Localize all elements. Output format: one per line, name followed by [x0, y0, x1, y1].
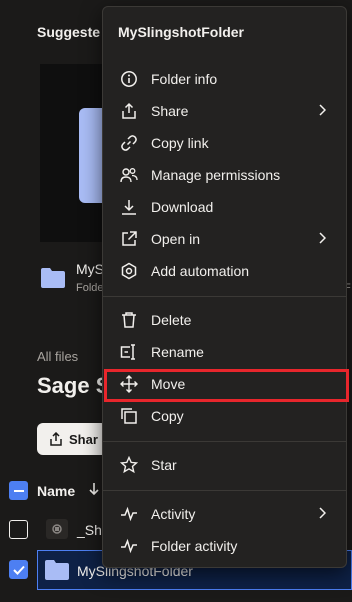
menu-item-manage-permissions[interactable]: Manage permissions: [103, 159, 346, 191]
trash-icon: [119, 310, 139, 330]
download-icon: [119, 197, 139, 217]
menu-item-label: Star: [151, 457, 177, 473]
chevron-right-icon: [318, 232, 326, 244]
open-in-icon: [119, 229, 139, 249]
activity-icon: [119, 504, 139, 524]
slingshot-app-icon: [46, 519, 68, 539]
copy-icon: [119, 406, 139, 426]
menu-item-label: Folder activity: [151, 538, 238, 554]
menu-item-copy-link[interactable]: Copy link: [103, 127, 346, 159]
menu-divider: [103, 490, 346, 491]
menu-item-label: Copy link: [151, 135, 209, 151]
link-icon: [119, 133, 139, 153]
menu-item-label: Add automation: [151, 263, 250, 279]
context-menu: MySlingshotFolder Folder info Share Copy…: [102, 6, 347, 568]
chevron-right-icon: [318, 104, 326, 116]
menu-item-label: Copy: [151, 408, 184, 424]
chevron-right-icon: [318, 507, 326, 519]
menu-item-star[interactable]: Star: [103, 449, 346, 481]
rename-icon: [119, 342, 139, 362]
menu-item-open-in[interactable]: Open in: [103, 223, 346, 255]
menu-item-folder-info[interactable]: Folder info: [103, 63, 346, 95]
select-all-checkbox[interactable]: [9, 481, 28, 500]
share-button-label: Shar: [69, 431, 98, 447]
suggested-section-title: Suggeste: [37, 24, 101, 40]
menu-item-folder-activity[interactable]: Folder activity: [103, 530, 346, 562]
menu-item-share[interactable]: Share: [103, 95, 346, 127]
folder-activity-icon: [119, 536, 139, 556]
menu-item-label: Share: [151, 103, 189, 119]
row-checkbox-checked[interactable]: [9, 560, 28, 579]
menu-item-delete[interactable]: Delete: [103, 304, 346, 336]
people-icon: [119, 165, 139, 185]
menu-divider: [103, 296, 346, 297]
row-checkbox[interactable]: [9, 520, 28, 539]
menu-item-label: Download: [151, 199, 214, 215]
suggested-card-name[interactable]: MyS: [76, 261, 104, 277]
folder-icon: [44, 559, 70, 581]
menu-item-download[interactable]: Download: [103, 191, 346, 223]
share-button[interactable]: Shar: [37, 423, 107, 455]
automation-icon: [119, 261, 139, 281]
page-title: Sage S: [37, 373, 111, 398]
menu-item-label: Open in: [151, 231, 201, 247]
share-icon: [119, 101, 139, 121]
suggested-card-subtitle: Folde: [76, 282, 104, 294]
menu-divider: [103, 441, 346, 442]
menu-item-label: Manage permissions: [151, 167, 281, 183]
breadcrumb[interactable]: All files: [37, 349, 78, 364]
info-icon: [119, 69, 139, 89]
menu-item-label: Rename: [151, 344, 204, 360]
name-column-header[interactable]: Name: [37, 483, 75, 499]
context-menu-title: MySlingshotFolder: [118, 24, 244, 40]
menu-item-label: Folder info: [151, 71, 218, 87]
star-icon: [119, 455, 139, 475]
menu-item-label: Delete: [151, 312, 192, 328]
menu-item-add-automation[interactable]: Add automation: [103, 255, 346, 287]
menu-item-label: Activity: [151, 506, 196, 522]
move-highlight-annotation: [104, 369, 349, 402]
arrow-down-icon[interactable]: [88, 481, 100, 497]
menu-item-rename[interactable]: Rename: [103, 336, 346, 368]
folder-icon: [40, 267, 66, 289]
menu-item-activity[interactable]: Activity: [103, 498, 346, 530]
share-icon: [49, 432, 63, 446]
menu-item-copy[interactable]: Copy: [103, 400, 346, 432]
